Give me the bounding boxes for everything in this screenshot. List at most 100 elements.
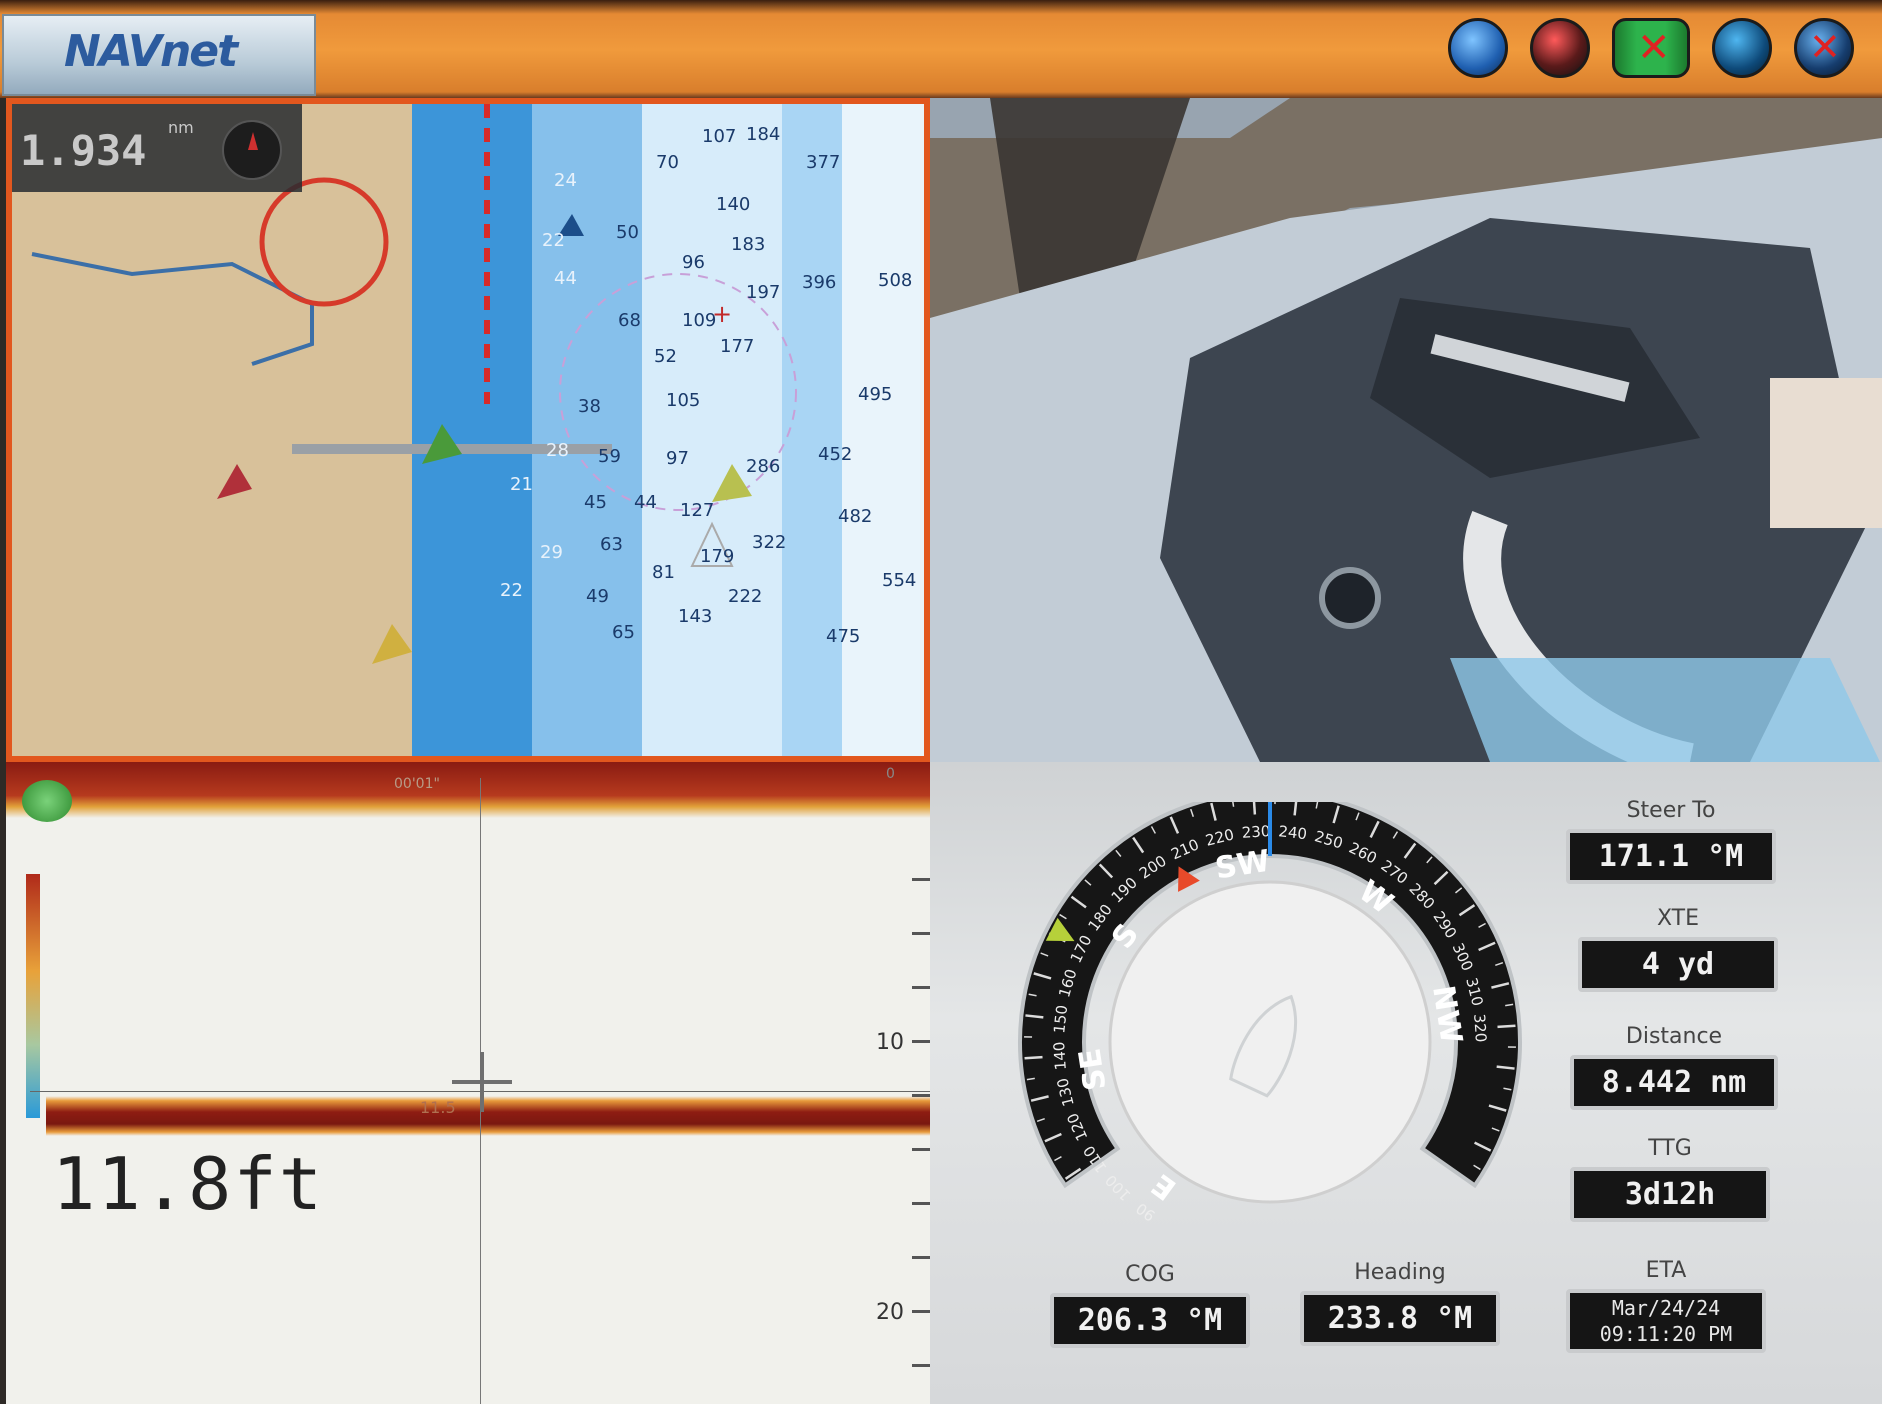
depth-sounding: 107 — [702, 126, 737, 147]
sonar-color-scale — [26, 874, 40, 1118]
sonar-time-marker: 00'01" — [394, 776, 440, 792]
depth-sounding: 197 — [746, 282, 781, 303]
depth-sounding: 63 — [600, 534, 623, 555]
cog-value: 206.3 °M — [1050, 1293, 1250, 1348]
compass-rose: 90100110120130140150160170180190200210 22… — [1018, 802, 1522, 1225]
depth-sounding: 109 — [682, 310, 717, 331]
depth-sounding: 508 — [878, 270, 913, 291]
sonar-frequency-badge-icon[interactable] — [22, 780, 72, 822]
depth-sounding: 554 — [882, 570, 917, 591]
ttg-field[interactable]: TTG 3d12h — [1570, 1136, 1770, 1222]
depth-sounding: 97 — [666, 448, 689, 469]
depth-sounding: 44 — [634, 492, 657, 513]
depth-tick — [912, 1364, 930, 1367]
eta-time: 09:11:20 PM — [1599, 1322, 1733, 1346]
depth-label-20: 20 — [876, 1300, 904, 1325]
compass-degree-label: 240 — [1278, 822, 1308, 843]
xte-label: XTE — [1656, 906, 1700, 931]
compass-tick — [1024, 1055, 1043, 1060]
eta-date: Mar/24/24 — [1611, 1296, 1721, 1320]
camera-video-pane[interactable] — [930, 98, 1882, 762]
sonar-cursor-cross-icon[interactable] — [452, 1052, 512, 1112]
depth-sounding: 184 — [746, 124, 781, 145]
depth-sounding: 475 — [826, 626, 861, 647]
depth-sounding: 50 — [616, 222, 639, 243]
compass-tick — [1252, 802, 1257, 815]
depth-tick — [912, 878, 930, 881]
heading-field[interactable]: Heading 233.8 °M — [1300, 1260, 1500, 1346]
distance-field[interactable]: Distance 8.442 nm — [1570, 1024, 1778, 1110]
depth-sounding: 482 — [838, 506, 873, 527]
compass-tick — [1497, 1024, 1516, 1029]
status-icons — [1448, 18, 1854, 78]
depth-readout: 11.8ft — [52, 1142, 325, 1226]
chart-overlay: + — [31, 104, 797, 664]
depth-sounding: 452 — [818, 444, 853, 465]
steer-to-field[interactable]: Steer To 171.1 °M — [1566, 798, 1776, 884]
depth-sounding: 183 — [731, 234, 766, 255]
depth-sounding: 96 — [682, 252, 705, 273]
mfd-screen: NAVnet + 10 — [0, 0, 1882, 1404]
depth-sounding: 24 — [554, 170, 577, 191]
depth-sounding: 52 — [654, 346, 677, 367]
depth-sounding: 59 — [598, 446, 621, 467]
distance-value: 8.442 nm — [1570, 1055, 1778, 1110]
sonar-cursor-depth: 11.5 — [420, 1098, 456, 1117]
compass-dial — [1108, 880, 1432, 1204]
north-up-compass-icon[interactable] — [222, 120, 282, 180]
depth-sounding: 177 — [720, 336, 755, 357]
depth-sounding: 396 — [802, 272, 837, 293]
depth-sounding: 28 — [546, 440, 569, 461]
logo-text: NAVnet — [64, 26, 238, 77]
compass-cardinal-label: SW — [1213, 844, 1272, 887]
ais-target-icon[interactable] — [372, 624, 412, 664]
eta-value: Mar/24/24 09:11:20 PM — [1566, 1289, 1766, 1353]
xte-field[interactable]: XTE 4 yd — [1578, 906, 1778, 992]
depth-sounding: 22 — [542, 230, 565, 251]
compass-degree-label: 230 — [1241, 822, 1271, 842]
depth-sounding: 322 — [752, 532, 787, 553]
network-disconnected-icon[interactable] — [1612, 18, 1690, 78]
compass-cardinal-label: NW — [1425, 983, 1468, 1046]
depth-sounding: 377 — [806, 152, 841, 173]
chart-plotter-pane[interactable]: + 107 184 377 70 140 183 96 197 396 508 109 177 68 52… — [6, 98, 930, 762]
xte-value: 4 yd — [1578, 937, 1778, 992]
compass-degree-label: 320 — [1470, 1013, 1490, 1043]
depth-sounding: 70 — [656, 152, 679, 173]
depth-sounding: 127 — [680, 500, 715, 521]
guard-zone-ring — [259, 177, 389, 307]
ais-target-icon[interactable] — [217, 464, 252, 499]
depth-sounding: 21 — [510, 474, 533, 495]
steer-to-value: 171.1 °M — [1566, 829, 1776, 884]
depth-sounding: 179 — [700, 546, 735, 567]
sonar-globe-icon[interactable] — [1712, 18, 1772, 78]
chart-scale-unit: nm — [168, 118, 194, 137]
navnet-logo[interactable]: NAVnet — [2, 14, 316, 96]
cog-field[interactable]: COG 206.3 °M — [1050, 1262, 1250, 1348]
eta-label: ETA — [1645, 1258, 1687, 1283]
depth-sounding: 45 — [584, 492, 607, 513]
sonar-range-zero: 0 — [886, 766, 895, 782]
navigation-data-pane[interactable]: 90 100 110 120 130 140 150 160 170 180 190 200 210 22… — [930, 762, 1882, 1404]
camera-feed-image — [930, 98, 1882, 762]
gps-disconnected-icon[interactable] — [1794, 18, 1854, 78]
depth-sounding: 286 — [746, 456, 781, 477]
depth-sounding: 29 — [540, 542, 563, 563]
depth-sounding: 222 — [728, 586, 763, 607]
depth-sounding: 81 — [652, 562, 675, 583]
heading-label: Heading — [1354, 1260, 1446, 1285]
depth-sounding: 140 — [716, 194, 751, 215]
ttg-label: TTG — [1648, 1136, 1692, 1161]
globe-icon[interactable] — [1448, 18, 1508, 78]
chart-scale-box[interactable]: 1.934 nm — [12, 104, 302, 192]
heading-value: 233.8 °M — [1300, 1291, 1500, 1346]
depth-scale-ruler — [912, 762, 930, 1404]
steer-to-label: Steer To — [1626, 798, 1716, 823]
depth-sounding: 495 — [858, 384, 893, 405]
compass-alert-icon[interactable] — [1530, 18, 1590, 78]
compass-cardinal-label: SE — [1073, 1046, 1114, 1093]
depth-sounding: 105 — [666, 390, 701, 411]
compass-degree-label: 100 — [1102, 1171, 1135, 1204]
eta-field[interactable]: ETA Mar/24/24 09:11:20 PM — [1566, 1258, 1766, 1353]
fish-finder-pane[interactable]: 00'01" 0 11.5 11.8ft 10 20 — [6, 762, 930, 1404]
